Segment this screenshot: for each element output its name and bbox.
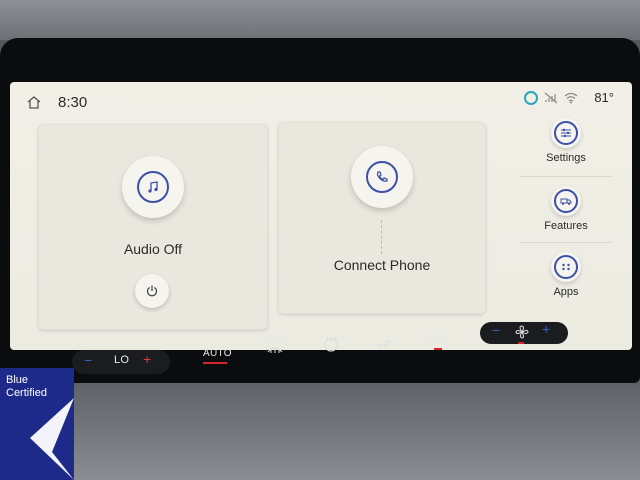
blue-certified-badge: Blue Certified	[0, 368, 74, 480]
fan-icon	[515, 325, 529, 339]
temperature-setting: LO	[114, 354, 130, 366]
phone-tile[interactable]: Connect Phone	[278, 122, 486, 314]
status-bar: 8:30 81°	[10, 82, 632, 122]
dashboard-top	[0, 0, 640, 40]
divider-line	[381, 220, 382, 254]
clock: 8:30	[58, 94, 88, 111]
audio-source-button[interactable]	[122, 156, 184, 218]
audio-status-label: Audio Off	[123, 241, 183, 257]
settings-menu-item[interactable]: Settings	[523, 118, 609, 164]
alexa-icon[interactable]	[524, 90, 539, 105]
connect-phone-label: Connect Phone	[333, 257, 431, 273]
settings-label: Settings	[546, 152, 586, 164]
max-defrost-icon[interactable]	[266, 344, 284, 354]
fan-indicator	[518, 342, 524, 344]
truck-icon	[560, 198, 572, 205]
music-note-icon	[148, 181, 158, 193]
auto-climate-button[interactable]: AUTO	[203, 348, 232, 359]
fan-decrease-button[interactable]: −	[492, 322, 500, 338]
temp-increase-button[interactable]: +	[143, 351, 151, 367]
outside-temperature: 81°	[594, 90, 614, 105]
badge-line-2: Certified	[6, 387, 47, 399]
max-defrost-label: MAX	[268, 334, 287, 343]
temp-decrease-button[interactable]: −	[84, 352, 92, 368]
menu-separator	[520, 176, 612, 177]
features-menu-item[interactable]: Features	[523, 186, 609, 232]
climate-controls: − LO + AUTO MAX A/C − +	[0, 321, 640, 382]
signal-off-icon	[544, 92, 558, 103]
fan-increase-button[interactable]: +	[542, 321, 550, 337]
power-icon	[146, 285, 158, 297]
grid-icon	[562, 263, 570, 271]
badge-line-1: Blue	[6, 374, 29, 386]
auto-indicator	[203, 362, 227, 364]
ac-indicator	[434, 348, 442, 350]
phone-icon	[376, 171, 388, 182]
heated-steering-icon[interactable]	[322, 336, 340, 352]
recirculation-icon[interactable]	[374, 338, 392, 348]
audio-power-button[interactable]	[135, 274, 169, 308]
home-icon[interactable]	[26, 95, 42, 110]
status-icons: 81°	[524, 90, 614, 105]
wifi-icon	[564, 92, 578, 103]
features-label: Features	[544, 220, 588, 232]
apps-menu-item[interactable]: Apps	[523, 252, 609, 298]
infotainment-screen: 8:30 81° Audio Off Connect Phone Setting…	[10, 82, 632, 350]
ac-button[interactable]: A/C	[430, 334, 448, 345]
connect-phone-button[interactable]	[351, 146, 413, 208]
menu-separator	[520, 242, 612, 243]
apps-label: Apps	[553, 286, 579, 298]
sliders-icon	[561, 128, 571, 138]
audio-tile[interactable]: Audio Off	[38, 124, 268, 330]
